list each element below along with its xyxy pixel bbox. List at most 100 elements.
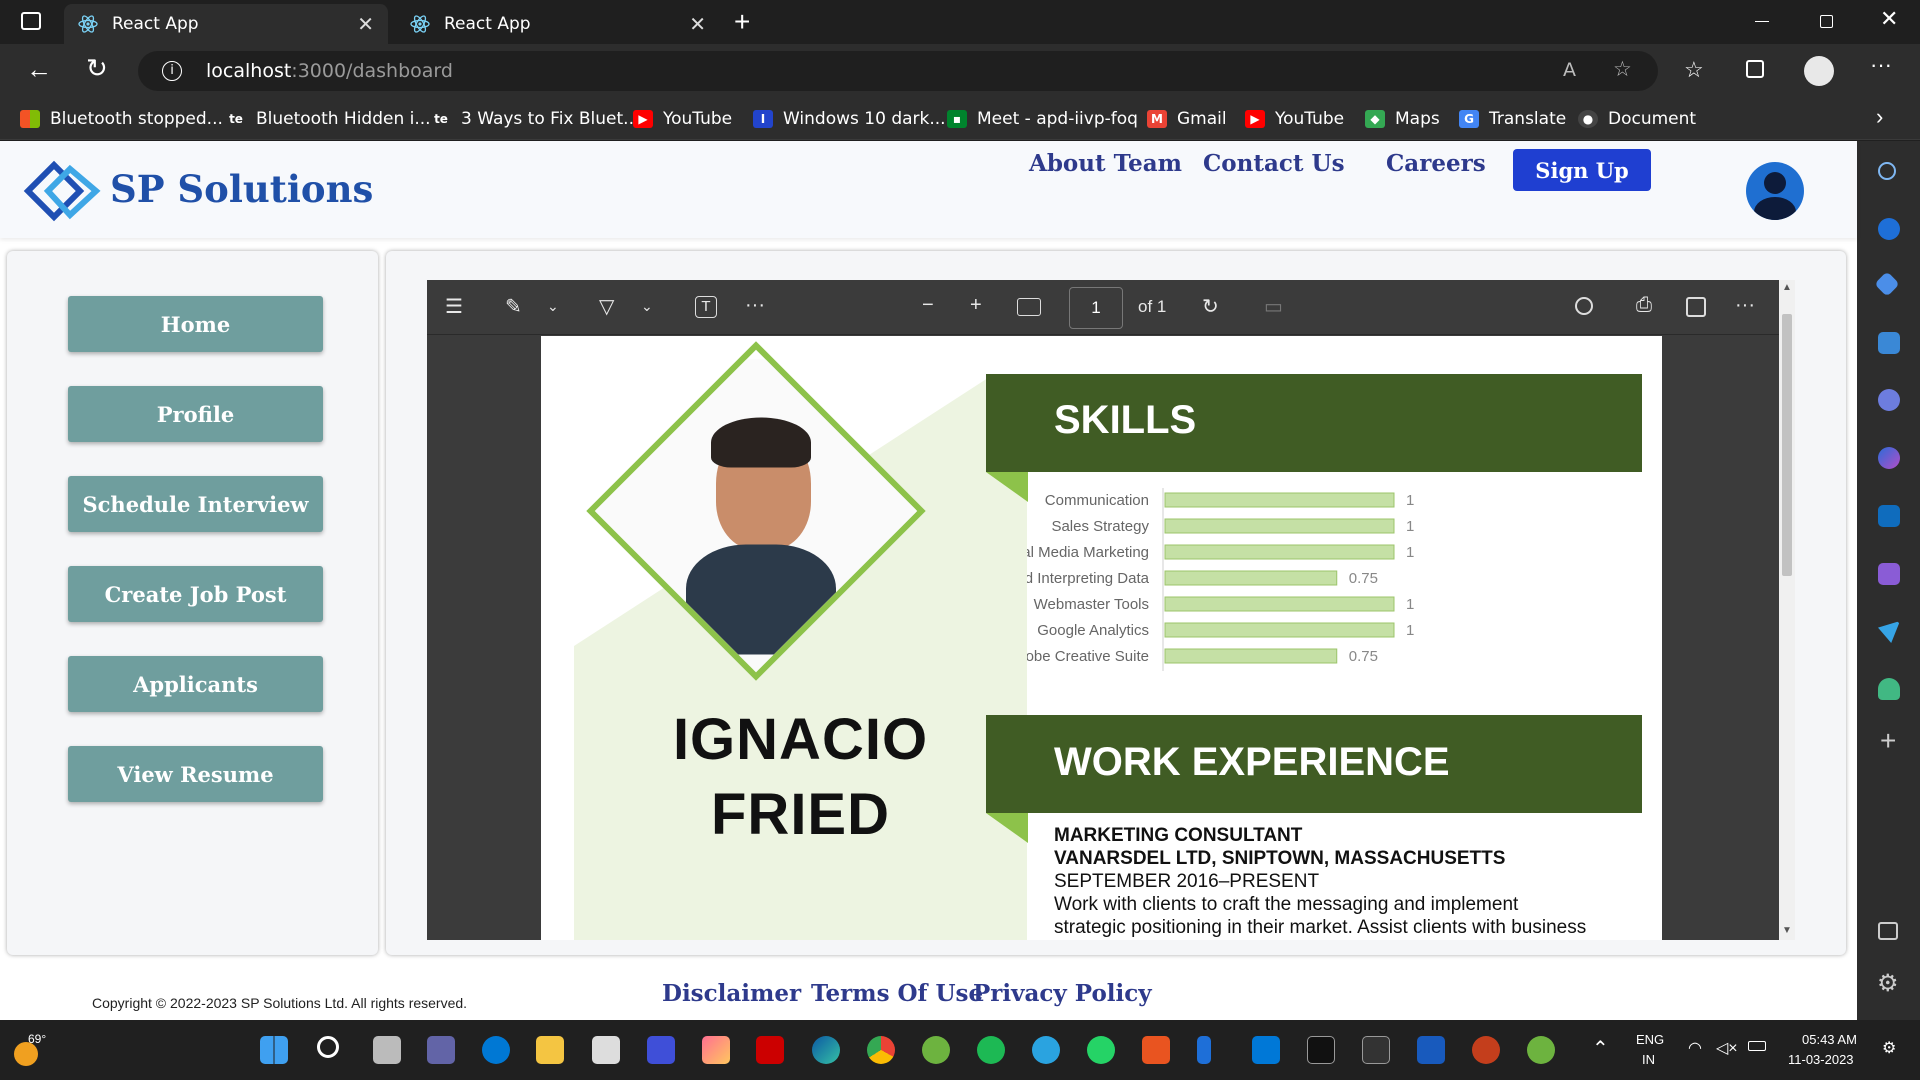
profile-avatar-icon[interactable]	[1804, 56, 1834, 86]
word-icon[interactable]	[1417, 1036, 1445, 1064]
bookmark-item[interactable]: ▶ YouTube	[1245, 98, 1344, 140]
bookmark-item[interactable]: ▪ Meet - apd-iivp-foq	[947, 98, 1138, 140]
weather-temp[interactable]: 69°	[28, 1032, 46, 1046]
sp-solutions-logo-icon[interactable]	[20, 155, 104, 230]
chevron-down-icon[interactable]: ⌄	[641, 298, 653, 315]
notification-icon[interactable]: ⚙	[1882, 1038, 1896, 1058]
chevron-down-icon[interactable]: ⌄	[547, 298, 559, 315]
more-tools-icon[interactable]: ···	[745, 294, 765, 317]
add-favorite-icon[interactable]: ☆	[1613, 57, 1632, 81]
spring-icon[interactable]	[922, 1036, 950, 1064]
edge-icon[interactable]	[812, 1036, 840, 1064]
spring-tool-icon[interactable]	[1527, 1036, 1555, 1064]
skype-icon[interactable]	[482, 1036, 510, 1064]
brand-name[interactable]: SP Solutions	[110, 167, 373, 211]
mysql-icon[interactable]	[1362, 1036, 1390, 1064]
user-avatar-icon[interactable]	[1746, 162, 1804, 220]
chrome-icon[interactable]	[867, 1036, 895, 1064]
sign-up-button[interactable]: Sign Up	[1513, 149, 1651, 191]
language-bottom[interactable]: IN	[1642, 1052, 1655, 1067]
read-aloud-icon[interactable]: A	[1563, 59, 1576, 81]
rotate-icon[interactable]: ↻	[1202, 294, 1219, 319]
tab-react-app-1[interactable]: React App ✕	[64, 4, 388, 44]
sidebar-schedule-interview-button[interactable]: Schedule Interview	[68, 476, 323, 532]
start-icon[interactable]	[260, 1036, 288, 1064]
bookmark-item[interactable]: te Bluetooth Hidden i...	[226, 98, 431, 140]
save-icon[interactable]	[1686, 297, 1706, 317]
back-icon[interactable]: ←	[26, 54, 52, 85]
site-info-icon[interactable]: i	[162, 61, 182, 81]
tree-icon[interactable]	[1878, 678, 1900, 700]
draw-icon[interactable]: ▽	[599, 294, 614, 319]
nav-contact-us[interactable]: Contact Us	[1203, 150, 1345, 177]
chevron-up-icon[interactable]: ⌃	[1592, 1036, 1609, 1061]
shopping-icon[interactable]	[1874, 271, 1900, 297]
zoom-in-icon[interactable]: +	[970, 294, 982, 317]
more-menu-icon[interactable]: ···	[1870, 52, 1892, 78]
more-options-icon[interactable]: ···	[1735, 294, 1755, 317]
mcafee-icon[interactable]	[756, 1036, 784, 1064]
fit-page-icon[interactable]	[1017, 298, 1041, 316]
drop-icon[interactable]	[1878, 563, 1900, 585]
spotify-icon[interactable]	[977, 1036, 1005, 1064]
sidebar-profile-button[interactable]: Profile	[68, 386, 323, 442]
restore-icon[interactable]	[1820, 15, 1833, 28]
scroll-up-icon[interactable]: ▲	[1782, 282, 1792, 293]
settings-icon[interactable]: ⚙	[1877, 969, 1899, 998]
pdf-scrollbar-track[interactable]: ▲ ▼	[1779, 280, 1795, 940]
file-explorer-icon[interactable]	[536, 1036, 564, 1064]
zoom-out-icon[interactable]: −	[922, 294, 934, 317]
teams-icon[interactable]	[427, 1036, 455, 1064]
search-icon[interactable]	[317, 1036, 339, 1058]
close-tab-icon[interactable]: ✕	[357, 12, 374, 36]
vscode-icon[interactable]	[1252, 1036, 1280, 1064]
footer-terms-link[interactable]: Terms Of Use	[811, 980, 983, 1007]
bing-icon[interactable]	[1197, 1036, 1211, 1064]
sidebar-view-resume-button[interactable]: View Resume	[68, 746, 323, 802]
sidebar-create-job-post-button[interactable]: Create Job Post	[68, 566, 323, 622]
bing-icon[interactable]	[1878, 218, 1900, 240]
chevron-right-icon[interactable]: ›	[1876, 104, 1883, 130]
contents-icon[interactable]: ☰	[445, 294, 463, 319]
store-icon[interactable]	[592, 1036, 620, 1064]
refresh-icon[interactable]: ↻	[86, 53, 108, 84]
clock-date[interactable]: 11-03-2023	[1788, 1052, 1854, 1067]
language-top[interactable]: ENG	[1636, 1032, 1664, 1047]
photos-icon[interactable]	[702, 1036, 730, 1064]
terminal-icon[interactable]	[1307, 1036, 1335, 1064]
speaker-muted-icon[interactable]: ◁×	[1716, 1038, 1738, 1058]
favorites-icon[interactable]: ☆	[1684, 57, 1704, 83]
collections-icon[interactable]	[1746, 60, 1764, 78]
close-window-icon[interactable]: ✕	[1880, 6, 1898, 32]
clock-time[interactable]: 05:43 AM	[1802, 1032, 1857, 1047]
highlight-icon[interactable]: ✎	[505, 294, 522, 319]
bookmark-item[interactable]: G Translate	[1459, 98, 1566, 140]
new-tab-icon[interactable]: +	[734, 6, 750, 38]
bookmark-item[interactable]: I Windows 10 dark...	[753, 98, 946, 140]
url-field[interactable]: i localhost:3000/dashboard A ☆	[138, 51, 1658, 91]
text-box-icon[interactable]: T	[695, 296, 717, 318]
footer-privacy-link[interactable]: Privacy Policy	[973, 980, 1152, 1007]
bookmark-item[interactable]: ▶ YouTube	[633, 98, 732, 140]
wifi-icon[interactable]: ◠	[1688, 1038, 1702, 1058]
bookmark-item[interactable]: ◆ Maps	[1365, 98, 1440, 140]
powerpoint-icon[interactable]	[1472, 1036, 1500, 1064]
bookmark-item[interactable]: ● Document	[1578, 98, 1696, 140]
footer-disclaimer-link[interactable]: Disclaimer	[662, 980, 801, 1007]
bookmark-item[interactable]: Bluetooth stopped...	[20, 98, 223, 140]
minimize-icon[interactable]	[1755, 21, 1769, 22]
battery-icon[interactable]	[1748, 1041, 1766, 1051]
add-icon[interactable]: +	[1880, 725, 1896, 757]
task-view-icon[interactable]	[373, 1036, 401, 1064]
tab-react-app-2[interactable]: React App ✕	[396, 4, 720, 44]
ubuntu-icon[interactable]	[1142, 1036, 1170, 1064]
scroll-down-icon[interactable]: ▼	[1782, 925, 1792, 936]
page-view-icon[interactable]: ▭	[1264, 294, 1283, 319]
bookmark-item[interactable]: te 3 Ways to Fix Bluet...	[431, 98, 639, 140]
nav-about-team[interactable]: About Team	[1029, 150, 1182, 177]
telegram-icon[interactable]	[1032, 1036, 1060, 1064]
search-icon[interactable]	[1878, 162, 1896, 180]
page-number-input[interactable]: 1	[1069, 287, 1123, 329]
games-icon[interactable]	[1878, 389, 1900, 411]
vpn-icon[interactable]	[647, 1036, 675, 1064]
